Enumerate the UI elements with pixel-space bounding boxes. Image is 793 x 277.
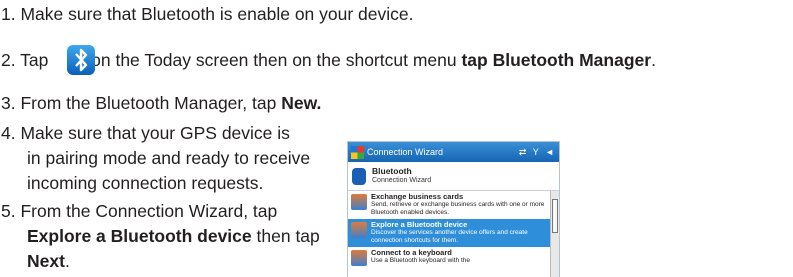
step-text: incoming connection requests. — [27, 173, 264, 193]
step-3: 3. From the Bluetooth Manager, tap New. — [1, 91, 321, 116]
step-text: Make sure that Bluetooth is enable on yo… — [20, 4, 414, 24]
keyboard-icon — [351, 250, 367, 266]
pda-header-subtitle: Connection Wizard — [372, 177, 432, 184]
step-text: in pairing mode and ready to receive — [27, 148, 311, 168]
step-text: From the Bluetooth Manager, tap — [20, 93, 277, 113]
pda-header-title: Bluetooth — [372, 166, 412, 176]
pda-screenshot: Connection Wizard ⇄ Y ◄ Bluetooth Connec… — [347, 141, 560, 277]
step-number: 5. — [1, 201, 16, 221]
pda-titlebar: Connection Wizard ⇄ Y ◄ — [348, 142, 559, 162]
step-number: 2. — [1, 50, 16, 70]
step-text: Make sure that your GPS device is — [20, 123, 290, 143]
step-2: 2. Tap on the Today screen then on the s… — [1, 50, 656, 70]
wizard-option-list: Exchange business cards Send, retrieve or… — [348, 191, 553, 268]
step-4: 4. Make sure that your GPS device is in … — [1, 121, 310, 196]
explore-device-icon — [351, 222, 367, 238]
step-bold: New. — [281, 93, 322, 113]
step-5: 5. From the Connection Wizard, tap Explo… — [1, 201, 320, 271]
pda-title: Connection Wizard — [367, 147, 444, 157]
step-bold: tap Bluetooth Manager — [461, 50, 652, 70]
step-text: From the Connection Wizard, tap — [20, 201, 278, 221]
bluetooth-icon — [67, 45, 95, 75]
scroll-thumb[interactable] — [552, 199, 558, 233]
pda-header: Bluetooth Connection Wizard — [348, 162, 559, 191]
windows-flag-icon — [351, 145, 364, 159]
step-text: Tap — [20, 50, 49, 70]
option-connect-keyboard[interactable]: Connect to a keyboard Use a Bluetooth key… — [348, 247, 553, 268]
step-number: 4. — [1, 123, 16, 143]
step-text: on the Today screen then on the shortcut… — [91, 50, 457, 70]
step-number: 1. — [1, 4, 16, 24]
option-exchange-cards[interactable]: Exchange business cards Send, retrieve or… — [348, 191, 553, 219]
bluetooth-icon — [352, 167, 366, 185]
step-bold: Explore a Bluetooth device — [27, 226, 252, 246]
option-explore-device[interactable]: Explore a Bluetooth device Discover the s… — [348, 219, 553, 247]
step-bold: Next — [27, 251, 65, 271]
scrollbar[interactable] — [550, 191, 559, 277]
status-icons: ⇄ Y ◄ — [518, 146, 556, 157]
business-card-icon — [351, 194, 367, 210]
step-number: 3. — [1, 93, 16, 113]
step-1: 1. Make sure that Bluetooth is enable on… — [1, 2, 414, 27]
